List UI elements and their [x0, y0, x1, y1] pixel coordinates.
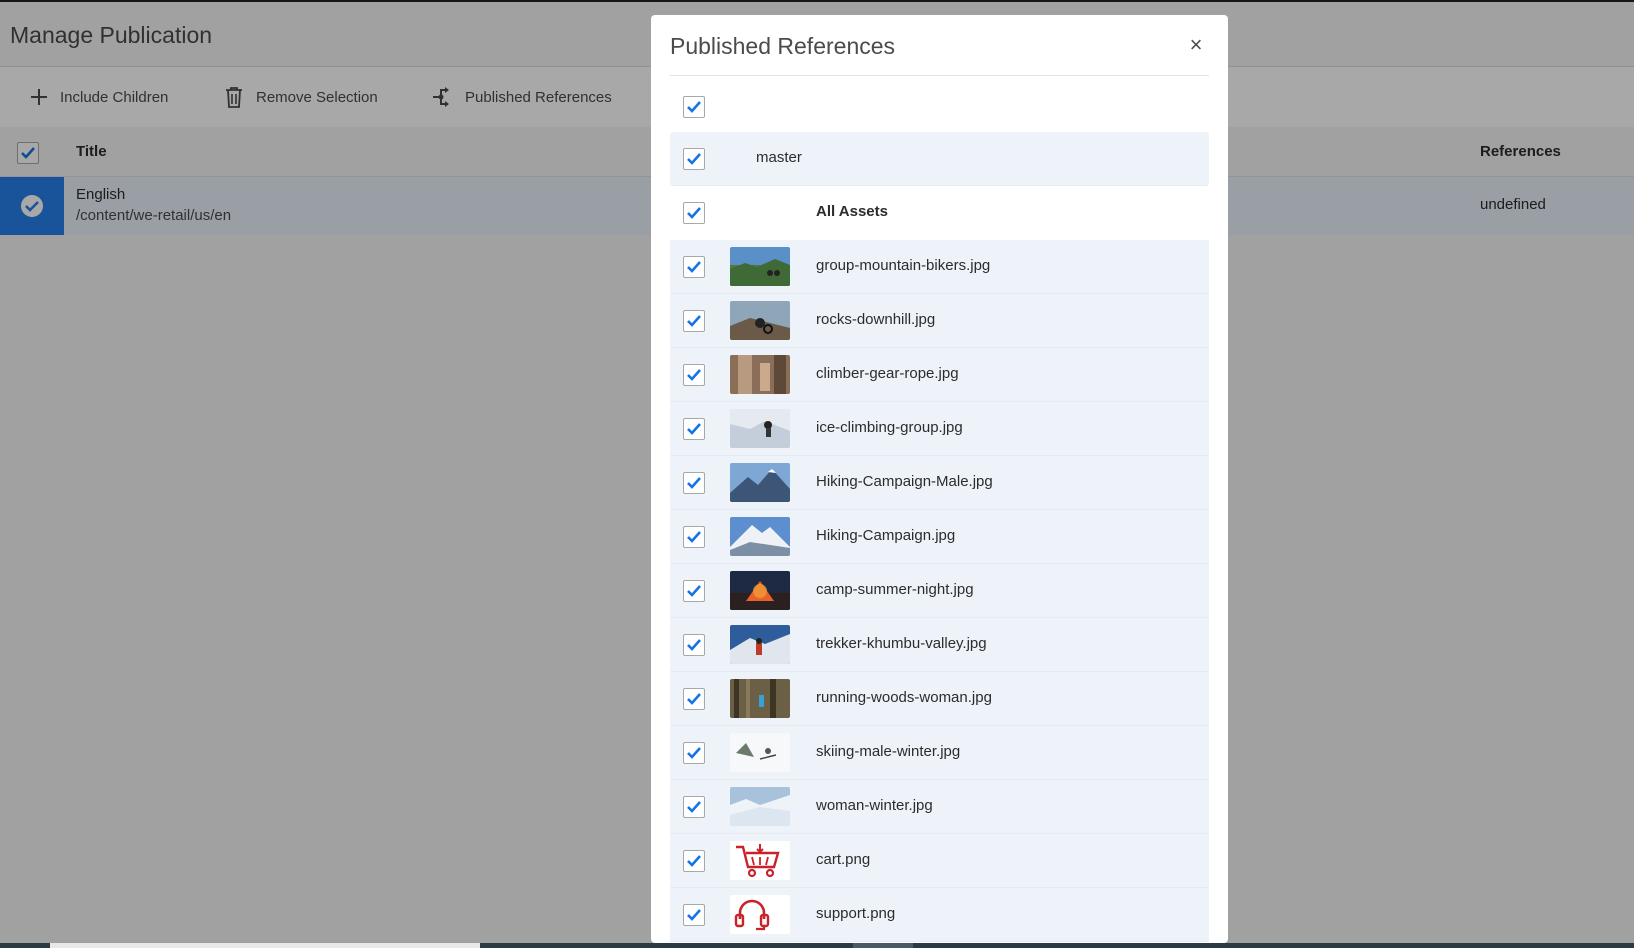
master-label: master: [756, 149, 802, 166]
all-assets-checkbox[interactable]: [683, 202, 705, 224]
checkmark-icon: [687, 423, 701, 435]
asset-name: group-mountain-bikers.jpg: [816, 257, 991, 274]
bottom-bar-segment: [853, 943, 913, 948]
asset-row: support.png: [670, 888, 1209, 942]
asset-row: Hiking-Campaign.jpg: [670, 510, 1209, 564]
asset-name: camp-summer-night.jpg: [816, 581, 974, 598]
asset-thumbnail: [730, 841, 790, 880]
asset-checkbox[interactable]: [683, 310, 705, 332]
asset-name: woman-winter.jpg: [816, 797, 933, 814]
asset-row: Hiking-Campaign-Male.jpg: [670, 456, 1209, 510]
asset-checkbox[interactable]: [683, 634, 705, 656]
asset-row: cart.png: [670, 834, 1209, 888]
asset-name: rocks-downhill.jpg: [816, 311, 936, 328]
asset-row: ice-climbing-group.jpg: [670, 402, 1209, 456]
asset-thumbnail: [730, 625, 790, 664]
asset-name: Hiking-Campaign-Male.jpg: [816, 473, 993, 490]
asset-thumbnail: [730, 355, 790, 394]
asset-name: trekker-khumbu-valley.jpg: [816, 635, 987, 652]
bottom-status-bar: [0, 943, 1634, 948]
asset-thumbnail: [730, 733, 790, 772]
select-all-references-checkbox[interactable]: [683, 96, 705, 118]
asset-checkbox[interactable]: [683, 742, 705, 764]
checkmark-icon: [687, 369, 701, 381]
all-assets-row: All Assets: [670, 186, 1209, 240]
checkmark-icon: [687, 315, 701, 327]
dialog-title: Published References: [670, 33, 896, 59]
asset-name: skiing-male-winter.jpg: [816, 743, 961, 760]
asset-checkbox[interactable]: [683, 688, 705, 710]
checkmark-icon: [687, 909, 701, 921]
asset-name: cart.png: [816, 851, 871, 868]
asset-checkbox[interactable]: [683, 526, 705, 548]
asset-checkbox[interactable]: [683, 256, 705, 278]
checkmark-icon: [687, 801, 701, 813]
asset-row: trekker-khumbu-valley.jpg: [670, 618, 1209, 672]
asset-thumbnail: [730, 409, 790, 448]
asset-row: group-mountain-bikers.jpg: [670, 240, 1209, 294]
asset-checkbox[interactable]: [683, 418, 705, 440]
asset-name: support.png: [816, 905, 896, 922]
asset-thumbnail: [730, 463, 790, 502]
asset-name: ice-climbing-group.jpg: [816, 419, 963, 436]
asset-row: rocks-downhill.jpg: [670, 294, 1209, 348]
asset-thumbnail: [730, 517, 790, 556]
asset-checkbox[interactable]: [683, 904, 705, 926]
close-icon[interactable]: ×: [1186, 34, 1206, 56]
asset-thumbnail: [730, 301, 790, 340]
all-assets-label: All Assets: [816, 203, 888, 220]
bottom-bar-segment: [50, 943, 480, 948]
asset-checkbox[interactable]: [683, 580, 705, 602]
asset-thumbnail: [730, 787, 790, 826]
checkmark-icon: [687, 585, 701, 597]
asset-row: camp-summer-night.jpg: [670, 564, 1209, 618]
references-list: master All Assets group-mountain-bikers.…: [670, 96, 1209, 942]
checkmark-icon: [687, 855, 701, 867]
asset-thumbnail: [730, 571, 790, 610]
published-references-dialog: Published References × master All Assets…: [651, 15, 1228, 943]
asset-row: running-woods-woman.jpg: [670, 672, 1209, 726]
asset-thumbnail: [730, 895, 790, 934]
asset-thumbnail: [730, 679, 790, 718]
checkmark-icon: [687, 477, 701, 489]
asset-checkbox[interactable]: [683, 364, 705, 386]
asset-row: climber-gear-rope.jpg: [670, 348, 1209, 402]
checkmark-icon: [687, 207, 701, 219]
asset-thumbnail: [730, 247, 790, 286]
checkmark-icon: [687, 101, 701, 113]
checkmark-icon: [687, 639, 701, 651]
checkmark-icon: [687, 531, 701, 543]
asset-row: woman-winter.jpg: [670, 780, 1209, 834]
asset-name: running-woods-woman.jpg: [816, 689, 992, 706]
checkmark-icon: [687, 747, 701, 759]
dialog-divider: [670, 75, 1209, 76]
master-row: master: [670, 132, 1209, 186]
asset-checkbox[interactable]: [683, 472, 705, 494]
checkmark-icon: [687, 261, 701, 273]
checkmark-icon: [687, 153, 701, 165]
asset-row: skiing-male-winter.jpg: [670, 726, 1209, 780]
master-checkbox[interactable]: [683, 148, 705, 170]
asset-checkbox[interactable]: [683, 796, 705, 818]
asset-checkbox[interactable]: [683, 850, 705, 872]
asset-name: climber-gear-rope.jpg: [816, 365, 959, 382]
select-all-row: [670, 82, 1209, 132]
checkmark-icon: [687, 693, 701, 705]
asset-name: Hiking-Campaign.jpg: [816, 527, 956, 544]
